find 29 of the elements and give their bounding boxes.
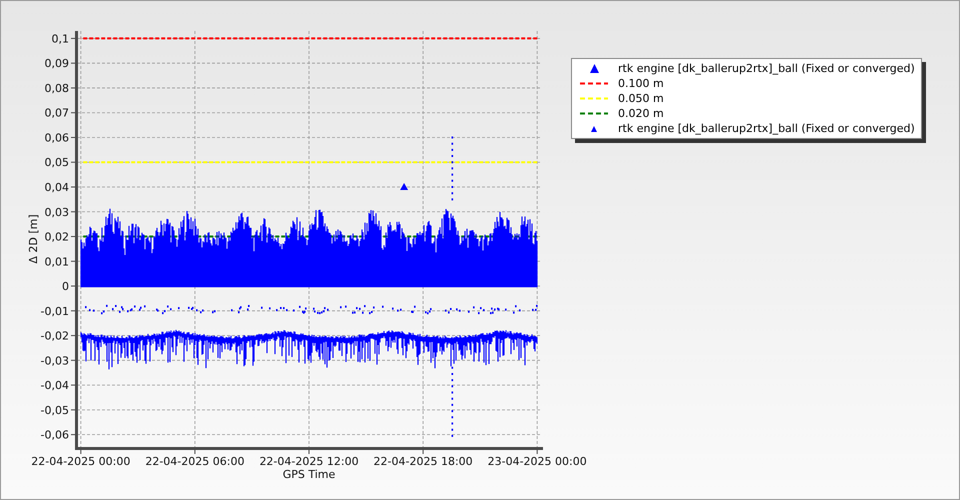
axis-tick-label: 0 <box>62 280 69 294</box>
axis-tick-label: 0,06 <box>44 131 69 144</box>
axis-tick-label: 23-04-2025 00:00 <box>488 455 587 468</box>
axis-tick-label: 22-04-2025 18:00 <box>374 455 473 468</box>
legend-label: 0.050 m <box>618 92 664 105</box>
axis-tick-label: -0,03 <box>40 354 69 368</box>
axis-tick-label: 0,04 <box>44 181 69 194</box>
axis-tick-label: 0,02 <box>44 230 69 244</box>
legend-label: 0.020 m <box>618 107 664 120</box>
axis-tick-label: -0,02 <box>40 330 69 343</box>
axis-tick-label: 0,03 <box>44 206 69 219</box>
axis-title: Δ 2D [m] <box>27 214 40 264</box>
legend-label: 0.100 m <box>618 77 664 90</box>
axis-tick-label: 0,1 <box>52 32 69 46</box>
axis-tick-label: 22-04-2025 06:00 <box>145 455 244 468</box>
axis-tick-label: -0,04 <box>40 379 69 392</box>
axis-tick-label: 22-04-2025 00:00 <box>31 455 130 468</box>
axis-title: GPS Time <box>282 468 336 481</box>
axis-tick-label: -0,06 <box>40 428 69 442</box>
axis-tick-label: 0,05 <box>44 156 69 170</box>
axis-tick-label: 0,01 <box>44 255 69 268</box>
legend-label: rtk engine [dk_ballerup2rtx]_ball (Fixed or converged) <box>618 122 915 135</box>
axis-tick-label: 0,07 <box>44 106 69 120</box>
axis-tick-label: 22-04-2025 12:00 <box>259 455 359 468</box>
axis-tick-label: 0,09 <box>44 57 69 70</box>
axis-tick-label: -0,01 <box>40 304 69 318</box>
axis-tick-label: 0,08 <box>44 82 69 95</box>
axis-tick-label: -0,05 <box>40 404 69 417</box>
legend-label: rtk engine [dk_ballerup2rtx]_ball (Fixed or converged) <box>618 62 915 75</box>
